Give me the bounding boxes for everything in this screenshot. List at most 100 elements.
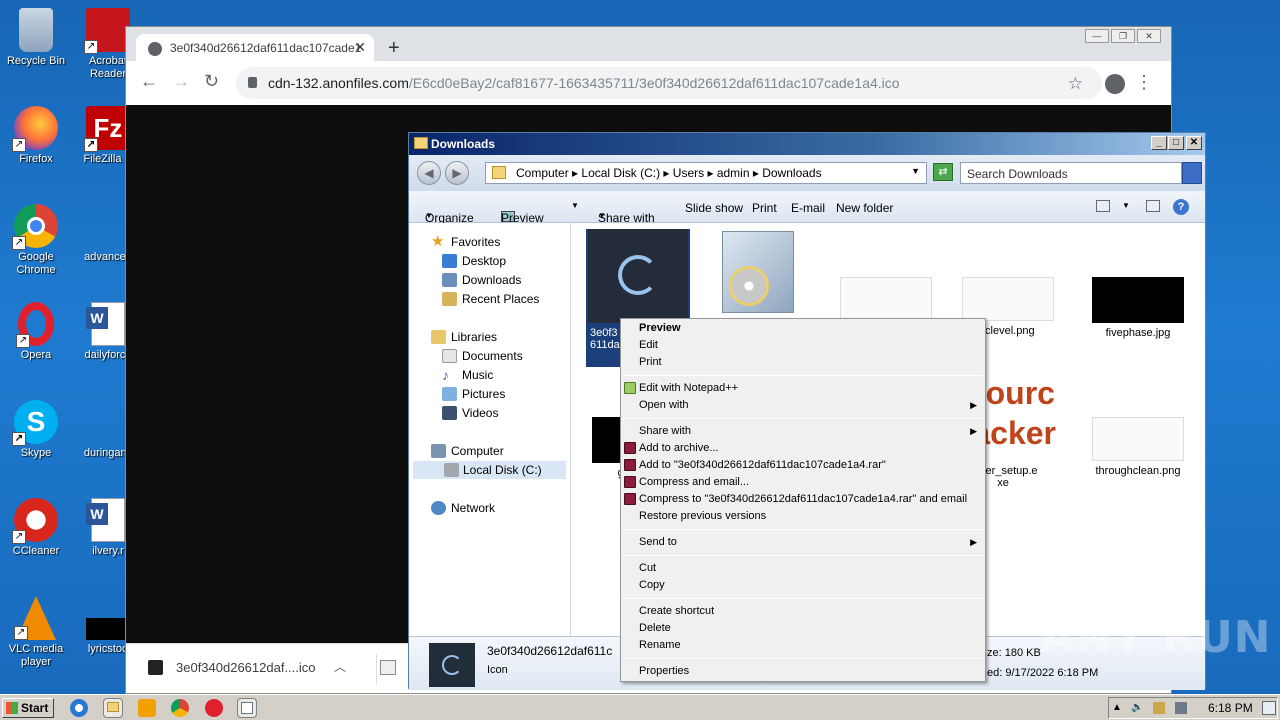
nav-pictures[interactable]: Pictures: [442, 387, 505, 401]
minimize-button[interactable]: _: [1151, 136, 1167, 150]
file-item-throughclean[interactable]: throughclean.png: [1086, 417, 1190, 477]
download-item[interactable]: 3e0f340d26612daf....ico: [148, 660, 316, 675]
action-center-icon[interactable]: [1153, 702, 1165, 714]
volume-icon[interactable]: 🔈: [1131, 702, 1143, 714]
chrome-taskbar-icon[interactable]: [171, 699, 189, 717]
close-window-button[interactable]: ✕: [1137, 29, 1161, 43]
menu-item-preview[interactable]: Preview: [639, 320, 681, 337]
blank-file-icon: [86, 204, 130, 248]
internet-explorer-icon[interactable]: [70, 699, 88, 717]
back-arrow-icon[interactable]: ←: [140, 71, 158, 91]
tray-expand-icon[interactable]: ▲: [1111, 702, 1123, 714]
maximize-button[interactable]: ❐: [1111, 29, 1135, 43]
notepad-taskbar-icon[interactable]: [237, 698, 257, 718]
menu-kebab-icon[interactable]: ⋮: [1135, 73, 1153, 91]
bookmark-star-icon[interactable]: ☆: [1068, 75, 1083, 92]
word-doc-icon: W: [86, 498, 125, 542]
close-tab-icon[interactable]: ✕: [354, 39, 366, 56]
nav-favorites[interactable]: ★ Favorites: [431, 234, 500, 249]
reload-icon[interactable]: ↻: [204, 71, 219, 91]
breadcrumb-computer[interactable]: Computer: [516, 166, 569, 180]
new-tab-button[interactable]: +: [388, 38, 400, 58]
forward-arrow-icon[interactable]: ▶: [445, 161, 469, 185]
file-item-fivephase[interactable]: fivephase.jpg: [1086, 277, 1190, 339]
start-button[interactable]: Start: [2, 698, 54, 718]
change-view-icon[interactable]: [1096, 200, 1110, 212]
breadcrumb-downloads[interactable]: Downloads: [762, 166, 821, 180]
menu-item-copy[interactable]: Copy: [639, 577, 665, 594]
menu-item-create-shortcut[interactable]: Create shortcut: [639, 603, 714, 620]
refresh-icon[interactable]: ⇄: [933, 163, 953, 181]
desktop-icon-firefox[interactable]: ↗ Firefox: [0, 106, 72, 166]
menu-item-edit[interactable]: Edit: [639, 337, 658, 354]
chevron-down-icon[interactable]: ▼: [911, 166, 920, 176]
menu-item-add-to-archive[interactable]: Add to archive...: [624, 440, 719, 457]
breadcrumb-users[interactable]: Users: [673, 166, 704, 180]
blank-file-icon: [86, 400, 130, 444]
email-button[interactable]: E-mail: [791, 201, 825, 215]
menu-item-cut[interactable]: Cut: [639, 560, 656, 577]
slide-show-button[interactable]: Slide show: [685, 201, 743, 215]
menu-item-open-with[interactable]: Open with: [639, 397, 979, 414]
explorer-taskbar-icon[interactable]: [103, 698, 123, 718]
desktop-icon-skype[interactable]: S ↗ Skype: [0, 400, 72, 460]
desktop-icon-opera[interactable]: ↗ Opera: [0, 302, 72, 362]
back-arrow-icon[interactable]: ◀: [417, 161, 441, 185]
menu-item-delete[interactable]: Delete: [639, 620, 671, 637]
preview-pane-icon[interactable]: [1146, 200, 1160, 212]
desktop-icon-recycle-bin[interactable]: Recycle Bin: [0, 8, 72, 68]
download-shelf-icon[interactable]: [380, 660, 396, 675]
nav-recent-places[interactable]: Recent Places: [442, 292, 539, 306]
nav-label: Documents: [462, 349, 523, 363]
view-dropdown[interactable]: ▼: [1122, 201, 1130, 210]
help-icon[interactable]: ?: [1173, 199, 1189, 215]
menu-item-send-to[interactable]: Send to: [639, 534, 677, 551]
preview-dropdown[interactable]: ▼: [571, 201, 579, 210]
file-name: throughclean.png: [1095, 465, 1181, 477]
maximize-button[interactable]: □: [1168, 136, 1184, 150]
forward-arrow-icon[interactable]: →: [172, 71, 190, 91]
media-player-icon[interactable]: [138, 699, 156, 717]
nav-desktop[interactable]: Desktop: [442, 254, 506, 268]
opera-taskbar-icon[interactable]: [205, 699, 223, 717]
address-bar[interactable]: cdn-132.anonfiles.com/E6cd0eBay2/caf8167…: [236, 67, 1102, 99]
search-input[interactable]: Search Downloads: [960, 162, 1182, 184]
shortcut-arrow-icon: ↗: [84, 40, 98, 54]
menu-item-share-with[interactable]: Share with: [639, 423, 691, 440]
chevron-up-icon[interactable]: ︿: [334, 658, 346, 675]
breadcrumb-admin[interactable]: admin: [717, 166, 750, 180]
desktop-icon-chrome[interactable]: ↗ Google Chrome: [0, 204, 72, 277]
menu-item-add-to-rar[interactable]: Add to "3e0f340d26612daf611dac107cade1a4…: [624, 457, 886, 474]
file-item-installer[interactable]: [706, 231, 810, 317]
show-desktop-icon[interactable]: [1262, 701, 1276, 715]
minimize-button[interactable]: —: [1085, 29, 1109, 43]
menu-item-print[interactable]: Print: [639, 354, 662, 371]
print-button[interactable]: Print: [752, 201, 777, 215]
desktop-icon-ccleaner[interactable]: ↗ CCleaner: [0, 498, 72, 558]
menu-item-compress-email[interactable]: Compress and email...: [624, 474, 749, 491]
search-icon[interactable]: [1182, 162, 1202, 184]
menu-item-notepadpp[interactable]: Edit with Notepad++: [624, 380, 738, 397]
nav-libraries[interactable]: Libraries: [431, 330, 497, 344]
breadcrumb[interactable]: Computer ▸ Local Disk (C:) ▸ Users ▸ adm…: [485, 162, 927, 184]
menu-item-restore-versions[interactable]: Restore previous versions: [639, 508, 766, 525]
new-folder-button[interactable]: New folder: [836, 201, 893, 215]
nav-computer[interactable]: Computer: [431, 444, 504, 458]
desktop-icon-vlc[interactable]: ↗ VLC media player: [0, 596, 72, 669]
menu-item-properties[interactable]: Properties: [639, 663, 689, 680]
nav-downloads[interactable]: Downloads: [442, 273, 521, 287]
breadcrumb-local-disk[interactable]: Local Disk (C:): [581, 166, 660, 180]
nav-documents[interactable]: Documents: [442, 349, 523, 363]
download-filename: 3e0f340d26612daf....ico: [176, 660, 316, 675]
nav-videos[interactable]: Videos: [442, 406, 498, 420]
menu-item-compress-rar-email[interactable]: Compress to "3e0f340d26612daf611dac107ca…: [624, 491, 967, 508]
nav-music[interactable]: ♪ Music: [442, 368, 493, 382]
close-window-button[interactable]: ✕: [1186, 136, 1202, 150]
nav-network[interactable]: Network: [431, 501, 495, 515]
menu-item-rename[interactable]: Rename: [639, 637, 681, 654]
clock[interactable]: 6:18 PM: [1208, 701, 1253, 715]
network-tray-icon[interactable]: [1175, 702, 1187, 714]
profile-avatar-icon[interactable]: [1105, 74, 1125, 94]
nav-local-disk[interactable]: Local Disk (C:): [413, 461, 566, 479]
browser-tab[interactable]: 3e0f340d26612daf611dac107cade1 ✕: [136, 34, 374, 62]
